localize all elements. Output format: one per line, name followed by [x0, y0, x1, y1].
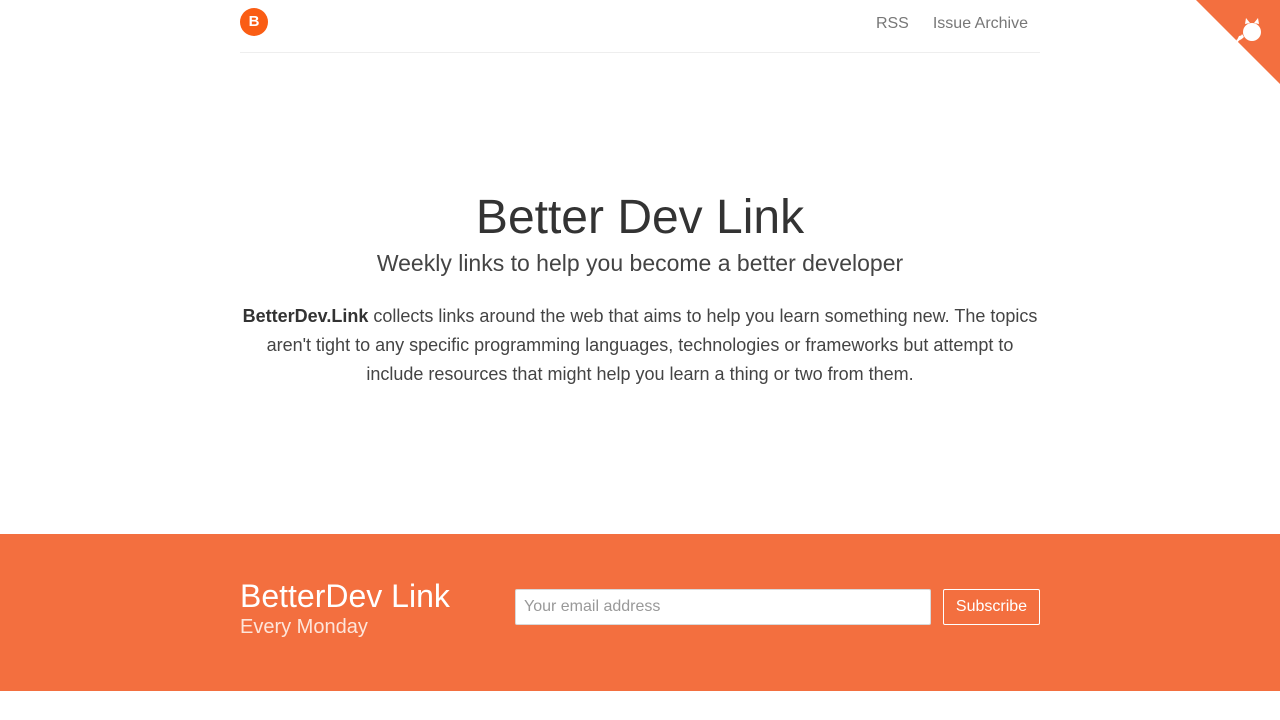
subscribe-container: BetterDev Link Every Monday Subscribe — [240, 534, 1040, 691]
subscribe-subtitle: Every Monday — [240, 616, 368, 638]
nav-rss-link[interactable]: RSS — [876, 15, 909, 33]
hero-description-text: collects links around the web that aims … — [266, 306, 1038, 384]
hero-description: BetterDev.Link collects links around the… — [240, 302, 1040, 389]
site-header: B RSS Issue Archive — [240, 0, 1040, 53]
page-subtitle: Weekly links to help you become a better… — [376, 250, 904, 276]
github-octocat-icon — [1196, 0, 1280, 84]
subscribe-band: BetterDev Link Every Monday Subscribe — [0, 534, 1280, 691]
nav-issue-archive-link[interactable]: Issue Archive — [933, 15, 1028, 33]
subscribe-title: BetterDev Link — [240, 578, 450, 614]
hero-section: Better Dev Link Weekly links to help you… — [240, 190, 1040, 389]
email-input[interactable] — [515, 589, 931, 625]
github-corner-link[interactable] — [1196, 0, 1280, 84]
brand-name: BetterDev.Link — [242, 306, 369, 326]
page: B RSS Issue Archive Better Dev Link Week… — [0, 0, 1280, 720]
page-title: Better Dev Link — [475, 191, 805, 244]
site-logo[interactable]: B — [240, 8, 268, 36]
main-nav: RSS Issue Archive — [876, 15, 1028, 33]
subscribe-button[interactable]: Subscribe — [943, 589, 1040, 625]
